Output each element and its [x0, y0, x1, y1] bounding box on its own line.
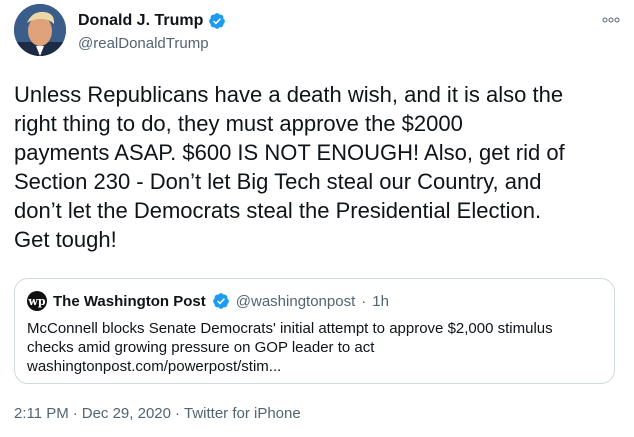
- quote-text: McConnell blocks Senate Democrats' initi…: [27, 319, 602, 376]
- quote-text-line: McConnell blocks Senate Democrats' initi…: [27, 320, 553, 337]
- quote-author-handle: @washingtonpost: [235, 292, 356, 310]
- tweet-date[interactable]: Dec 29, 2020: [82, 405, 171, 422]
- verified-badge-icon: [209, 13, 226, 29]
- author-name[interactable]: Donald J. Trump: [78, 12, 203, 30]
- quoted-tweet[interactable]: wp The Washington Post @washingtonpost ·…: [14, 278, 615, 384]
- quote-text-line: checks amid growing pressure on GOP lead…: [27, 339, 375, 356]
- tweet-metadata: 2:11 PM · Dec 29, 2020 · Twitter for iPh…: [14, 405, 301, 422]
- quote-timestamp: 1h: [372, 292, 389, 310]
- more-icon[interactable]: [602, 12, 620, 26]
- quote-separator: ·: [361, 292, 367, 310]
- tweet-text: Unless Republicans have a death wish, an…: [14, 82, 565, 252]
- tweet-time[interactable]: 2:11 PM: [14, 405, 69, 422]
- quote-author-name: The Washington Post: [53, 292, 206, 310]
- verified-badge-icon: [212, 293, 229, 309]
- tweet-source[interactable]: Twitter for iPhone: [184, 405, 301, 422]
- author-avatar[interactable]: [14, 4, 66, 56]
- footer-separator: ·: [72, 405, 78, 422]
- footer-separator: ·: [174, 405, 180, 422]
- author-handle[interactable]: @realDonaldTrump: [78, 35, 209, 52]
- washington-post-logo-icon: wp: [27, 291, 47, 311]
- quote-link[interactable]: washingtonpost.com/powerpost/stim...: [27, 357, 602, 376]
